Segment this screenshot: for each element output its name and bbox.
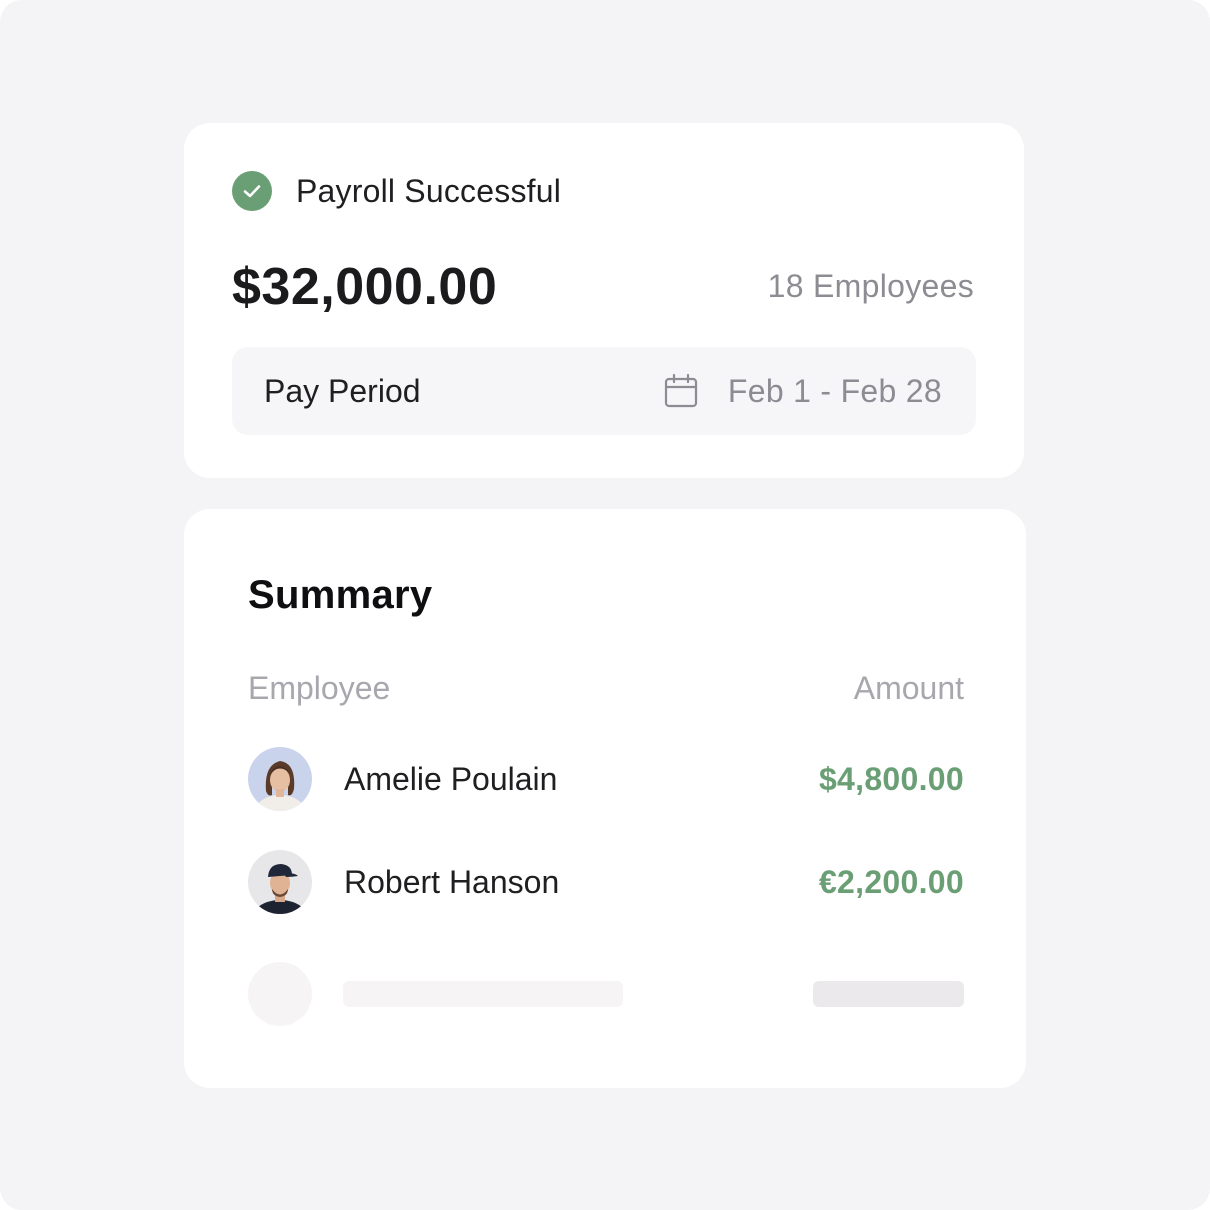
status-text: Payroll Successful — [296, 172, 562, 209]
column-header-employee: Employee — [248, 670, 391, 706]
avatar — [248, 850, 312, 914]
skeleton-name-placeholder — [343, 981, 623, 1007]
page-background: Payroll Successful $32,000.00 18 Employe… — [0, 0, 1210, 1210]
skeleton-avatar-placeholder — [248, 962, 312, 1026]
status-row: Payroll Successful — [232, 171, 561, 211]
pay-period-dates: Feb 1 - Feb 28 — [727, 373, 942, 409]
payroll-status-card: Payroll Successful $32,000.00 18 Employe… — [184, 123, 1024, 478]
employee-name: Robert Hanson — [344, 864, 560, 900]
calendar-icon[interactable] — [664, 373, 698, 408]
table-row[interactable]: Robert Hanson €2,200.00 — [248, 850, 964, 914]
employee-name: Amelie Poulain — [344, 761, 558, 797]
summary-title: Summary — [248, 573, 433, 617]
summary-card: Summary Employee Amount Amelie Poulain $… — [184, 509, 1026, 1088]
table-row[interactable]: Amelie Poulain $4,800.00 — [248, 747, 964, 811]
pay-period-label: Pay Period — [264, 373, 421, 409]
employee-amount: €2,200.00 — [818, 864, 964, 900]
skeleton-amount-placeholder — [813, 981, 964, 1007]
column-header-amount: Amount — [853, 670, 964, 706]
employee-count: 18 Employees — [767, 268, 974, 304]
pay-period-field[interactable]: Pay Period Feb 1 - Feb 28 — [232, 347, 976, 435]
check-circle-icon — [232, 171, 272, 211]
employee-amount: $4,800.00 — [818, 761, 964, 797]
avatar — [248, 747, 312, 811]
total-amount: $32,000.00 — [232, 258, 498, 316]
